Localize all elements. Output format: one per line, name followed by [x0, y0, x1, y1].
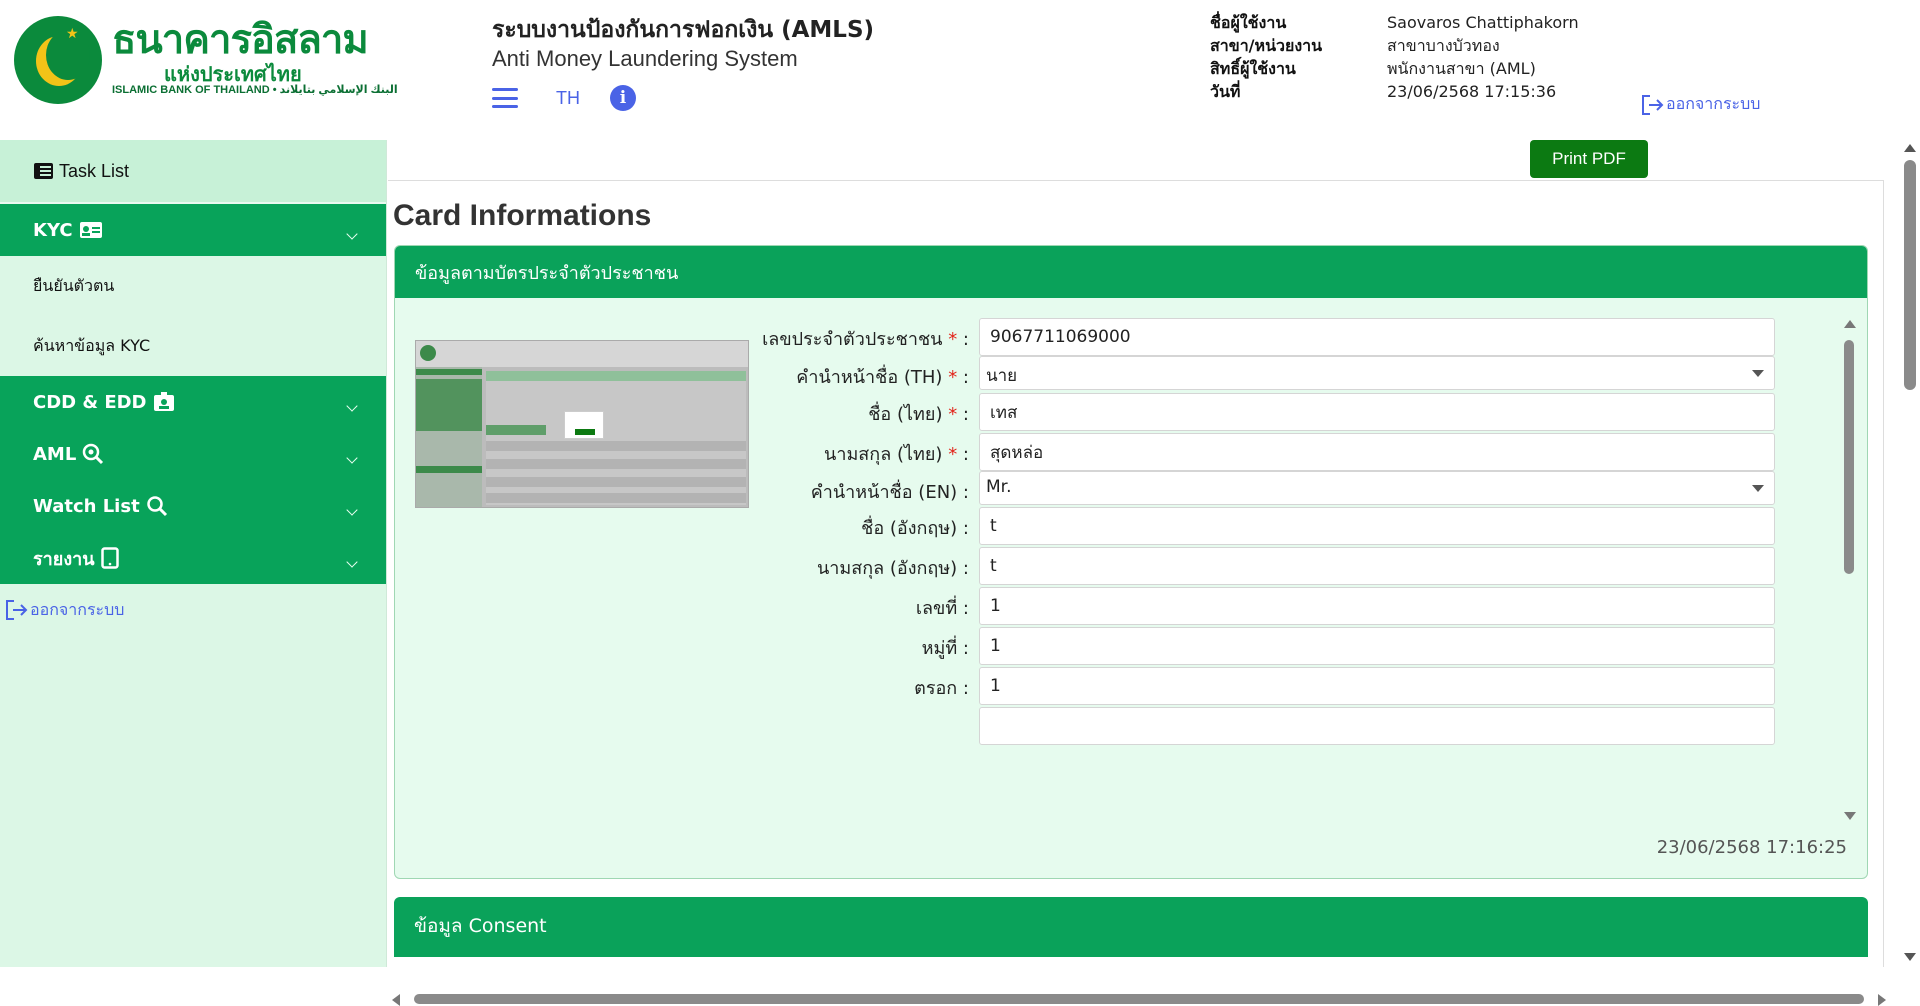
last-name-en-input[interactable]: [979, 547, 1775, 585]
field-label: นามสกุล (อังกฤษ) :: [816, 558, 969, 579]
username-label: ชื่อผู้ใช้งาน: [1210, 13, 1287, 32]
logo-text-en: ISLAMIC BANK OF THAILAND • البنك الإسلام…: [112, 84, 398, 96]
title-en-select[interactable]: Mr.: [979, 471, 1775, 505]
language-toggle[interactable]: TH: [556, 88, 580, 109]
horizontal-scrollbar[interactable]: [392, 993, 1886, 1006]
logo-text-th: ธนาคารอิสลาม: [112, 17, 369, 63]
aml-label: AML: [33, 443, 77, 465]
form-scrollbar[interactable]: [1843, 320, 1856, 820]
logo-emblem: ★: [14, 16, 102, 104]
sidebar: Task List KYC ยืนยันตัวตน ค้นหาข้อมูล KY…: [0, 140, 387, 967]
header-logout-label: ออกจากระบบ: [1666, 94, 1761, 113]
print-pdf-button[interactable]: Print PDF: [1530, 140, 1648, 178]
field-label: คำนำหน้าชื่อ (TH) * :: [796, 367, 969, 388]
logout-icon: [1642, 94, 1664, 115]
id-card-icon: [79, 221, 103, 239]
sidebar-group-kyc[interactable]: KYC: [0, 204, 386, 256]
sidebar-item-verify-identity[interactable]: ยืนยันตัวตน: [0, 256, 386, 316]
chevron-down-icon: [346, 400, 358, 412]
field-label: เลขที่ :: [915, 598, 969, 619]
card-header: ข้อมูลตามบัตรประจำตัวประชาชน: [395, 246, 1867, 298]
sidebar-group-watch-list[interactable]: Watch List: [0, 480, 386, 532]
chevron-down-icon: [346, 452, 358, 464]
sidebar-logout-label: ออกจากระบบ: [30, 599, 125, 619]
village-number-input[interactable]: [979, 627, 1775, 665]
chevron-down-icon: [346, 504, 358, 516]
alley-input[interactable]: [979, 667, 1775, 705]
search-gear-icon: [82, 443, 104, 465]
field-row: นามสกุล (ไทย) * :: [755, 433, 1835, 473]
sidebar-item-search-kyc[interactable]: ค้นหาข้อมูล KYC: [0, 316, 386, 376]
field-label: ชื่อ (ไทย) * :: [868, 404, 969, 425]
main-content: Print PDF Card Informations ข้อมูลตามบัต…: [388, 140, 1900, 1006]
task-list-label: Task List: [59, 160, 130, 181]
card-form: เลขประจำตัวประชาชน * : คำนำหน้าชื่อ (TH)…: [755, 318, 1835, 838]
reports-label: รายงาน: [33, 548, 95, 570]
page-scrollbar[interactable]: [1900, 140, 1920, 967]
field-row: ชื่อ (ไทย) * :: [755, 393, 1835, 433]
field-label: เลขประจำตัวประชาชน * :: [762, 329, 969, 350]
field-label: นามสกุล (ไทย) * :: [824, 444, 969, 465]
field-row: หมู่ที่ :: [755, 627, 1835, 667]
system-title: ระบบงานป้องกันการฟอกเงิน (AMLS): [492, 17, 875, 43]
page-title: Card Informations: [393, 199, 652, 232]
role-value: พนักงานสาขา (AML): [1387, 59, 1536, 78]
list-icon: [34, 163, 53, 179]
house-number-input[interactable]: [979, 587, 1775, 625]
sidebar-group-cdd-edd[interactable]: CDD & EDD: [0, 376, 386, 428]
field-row: คำนำหน้าชื่อ (EN) : Mr.: [755, 471, 1835, 511]
field-row: ชื่อ (อังกฤษ) :: [755, 507, 1835, 547]
sidebar-item-task-list[interactable]: Task List: [0, 140, 386, 204]
header-toolbar: TH i: [492, 84, 636, 112]
system-subtitle: Anti Money Laundering System: [492, 46, 798, 71]
logout-icon: [6, 600, 28, 620]
title-th-select[interactable]: นาย: [979, 356, 1775, 390]
field-label: คำนำหน้าชื่อ (EN) :: [810, 482, 969, 503]
branch-label: สาขา/หน่วยงาน: [1210, 36, 1323, 55]
card-body: เลขประจำตัวประชาชน * : คำนำหน้าชื่อ (TH)…: [395, 298, 1867, 878]
field-label: ชื่อ (อังกฤษ) :: [861, 518, 969, 539]
chevron-down-icon: [346, 228, 358, 240]
field-row: [755, 707, 1835, 747]
date-label: วันที่: [1210, 82, 1241, 101]
username-value: Saovaros Chattiphakorn: [1387, 13, 1579, 32]
national-id-input[interactable]: [979, 318, 1775, 356]
id-card-info-card: ข้อมูลตามบัตรประจำตัวประชาชน เลขประจำตัว…: [394, 245, 1868, 879]
first-name-en-input[interactable]: [979, 507, 1775, 545]
kyc-label: KYC: [33, 219, 73, 241]
field-row: นามสกุล (อังกฤษ) :: [755, 547, 1835, 587]
watch-list-label: Watch List: [33, 495, 140, 517]
consent-card-header[interactable]: ข้อมูล Consent: [394, 897, 1868, 957]
field-label: ตรอก :: [914, 678, 969, 699]
cdd-edd-label: CDD & EDD: [33, 391, 147, 413]
content-panel: Card Informations ข้อมูลตามบัตรประจำตัวป…: [388, 180, 1886, 1006]
tablet-icon: [100, 547, 119, 569]
card-timestamp: 23/06/2568 17:16:25: [1656, 837, 1847, 858]
next-field-input[interactable]: [979, 707, 1775, 745]
field-row: เลขที่ :: [755, 587, 1835, 627]
sidebar-logout-link[interactable]: ออกจากระบบ: [0, 584, 386, 636]
last-name-th-input[interactable]: [979, 433, 1775, 471]
badge-icon: [153, 392, 175, 412]
field-row: ตรอก :: [755, 667, 1835, 707]
branch-value: สาขาบางบัวทอง: [1387, 36, 1500, 55]
field-label: หมู่ที่ :: [921, 638, 969, 659]
header-logout-link[interactable]: ออกจากระบบ: [1640, 92, 1760, 117]
info-icon[interactable]: i: [610, 85, 636, 111]
field-row: คำนำหน้าชื่อ (TH) * : นาย: [755, 356, 1835, 396]
id-card-image[interactable]: [415, 340, 749, 508]
date-value: 23/06/2568 17:15:36: [1387, 82, 1557, 101]
hamburger-menu-icon[interactable]: [492, 88, 518, 108]
sidebar-group-aml[interactable]: AML: [0, 428, 386, 480]
sidebar-group-reports[interactable]: รายงาน: [0, 532, 386, 584]
app-header: ★ ธนาคารอิสลาม แห่งประเทศไทย ISLAMIC BAN…: [0, 0, 1920, 140]
bank-logo[interactable]: ★ ธนาคารอิสลาม แห่งประเทศไทย ISLAMIC BAN…: [14, 16, 398, 106]
role-label: สิทธิ์ผู้ใช้งาน: [1210, 59, 1296, 78]
search-icon: [146, 495, 168, 517]
first-name-th-input[interactable]: [979, 393, 1775, 431]
user-info-panel: ชื่อผู้ใช้งาน Saovaros Chattiphakorn สาขา…: [1210, 11, 1579, 103]
chevron-down-icon: [346, 556, 358, 568]
field-row: เลขประจำตัวประชาชน * :: [755, 318, 1835, 358]
